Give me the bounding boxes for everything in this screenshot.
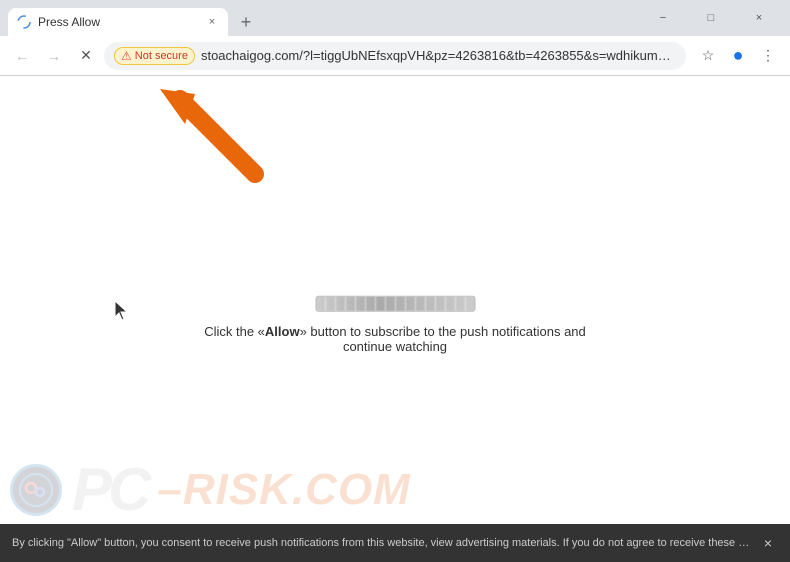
back-button[interactable]: ← — [8, 42, 36, 70]
url-text: stoachaigog.com/?l=tiggUbNEfsxqpVH&pz=42… — [201, 48, 676, 63]
allow-text: Allow — [265, 324, 300, 339]
bottom-bar-text: By clicking "Allow" button, you consent … — [12, 537, 750, 549]
page-content: Click the «Allow» button to subscribe to… — [0, 76, 790, 562]
bottom-bar-close-button[interactable]: × — [758, 533, 778, 553]
bookmark-icon: ☆ — [702, 47, 715, 64]
title-bar: Press Allow × + − □ × — [0, 0, 790, 36]
center-content: Click the «Allow» button to subscribe to… — [198, 296, 593, 354]
tab-close-button[interactable]: × — [204, 14, 220, 30]
bookmark-button[interactable]: ☆ — [694, 42, 722, 70]
bottom-notification-bar: By clicking "Allow" button, you consent … — [0, 524, 790, 562]
toolbar: ← → ✕ ⚠ Not secure stoachaigog.com/?l=ti… — [0, 36, 790, 76]
close-window-button[interactable]: × — [736, 0, 782, 36]
reload-button[interactable]: ✕ — [72, 42, 100, 70]
profile-icon: ● — [733, 45, 744, 66]
minimize-button[interactable]: − — [640, 0, 686, 36]
back-icon: ← — [15, 48, 29, 64]
warning-icon: ⚠ — [121, 49, 132, 63]
maximize-button[interactable]: □ — [688, 0, 734, 36]
menu-icon: ⋮ — [761, 47, 775, 64]
tab-title: Press Allow — [38, 15, 200, 29]
watermark: PC –RISK.COM — [10, 460, 411, 520]
logo-circle — [10, 464, 62, 516]
risk-text: –RISK.COM — [157, 465, 410, 515]
pc-text: PC — [72, 460, 147, 520]
browser-window: Press Allow × + − □ × ← → ✕ ⚠ Not secure… — [0, 0, 790, 562]
menu-button[interactable]: ⋮ — [754, 42, 782, 70]
toolbar-icons: ☆ ● ⋮ — [694, 42, 782, 70]
page-message: Click the «Allow» button to subscribe to… — [198, 324, 593, 354]
reload-icon: ✕ — [80, 47, 92, 64]
new-tab-button[interactable]: + — [232, 8, 260, 36]
forward-button[interactable]: → — [40, 42, 68, 70]
mouse-cursor — [115, 301, 127, 319]
forward-icon: → — [47, 48, 61, 64]
active-tab[interactable]: Press Allow × — [8, 8, 228, 36]
profile-button[interactable]: ● — [724, 42, 752, 70]
arrow-annotation — [155, 84, 285, 189]
window-controls: − □ × — [640, 0, 782, 36]
progress-bar — [315, 296, 475, 312]
security-badge[interactable]: ⚠ Not secure — [114, 47, 195, 65]
security-label: Not secure — [135, 50, 188, 62]
address-bar[interactable]: ⚠ Not secure stoachaigog.com/?l=tiggUbNE… — [104, 42, 686, 70]
tab-bar: Press Allow × + — [8, 0, 632, 36]
tab-favicon — [16, 14, 32, 30]
